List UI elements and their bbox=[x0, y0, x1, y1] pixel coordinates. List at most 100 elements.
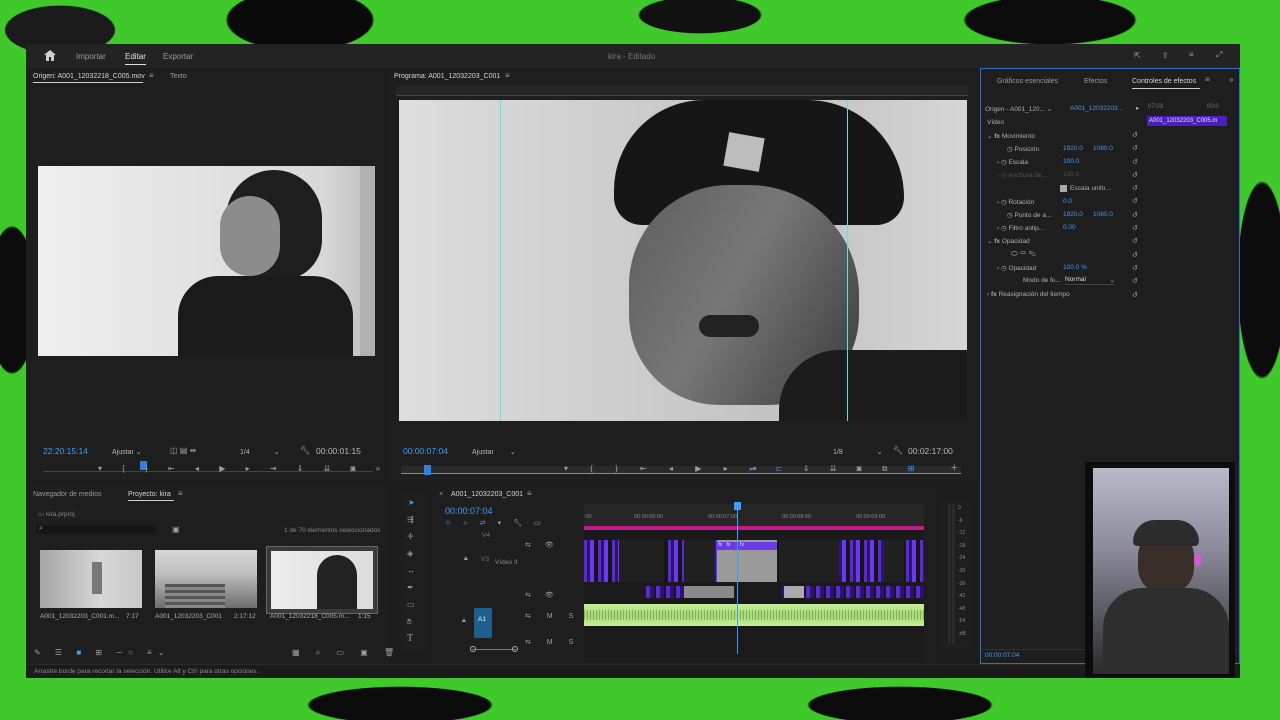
tab-essential-graphics[interactable]: Gráficos esenciales bbox=[997, 78, 1058, 85]
fx-rotation-value[interactable]: 0.0 bbox=[1063, 198, 1072, 205]
timeline-close-icon[interactable]: × bbox=[439, 491, 443, 498]
program-panel-menu-icon[interactable]: ≡ bbox=[505, 71, 510, 81]
timeline-clip-grey[interactable] bbox=[684, 586, 734, 598]
fx-mask-tools[interactable]: ⬭ ▭ ✎ bbox=[1011, 249, 1036, 259]
timeline-clip-fx[interactable]: fx fx fx bbox=[717, 542, 777, 550]
timeline-panel-menu-icon[interactable]: ≡ bbox=[527, 489, 532, 499]
fx-bottom-timecode[interactable]: 00:00:07:04 bbox=[985, 652, 1019, 659]
workspace-menu-icon[interactable]: ≡ bbox=[1189, 50, 1194, 60]
fx-rotation-row[interactable]: › ◷ Rotación bbox=[997, 198, 1034, 206]
timeline-playhead-handle[interactable] bbox=[734, 502, 741, 510]
expand-panels-icon[interactable]: » bbox=[1229, 75, 1233, 85]
tab-effects[interactable]: Efectos bbox=[1084, 78, 1107, 85]
track-v4-controls[interactable]: ⇆ 👁︎ bbox=[525, 541, 560, 551]
project-item-duration: 2:17:12 bbox=[234, 613, 256, 620]
timeline-zoom-handle-right[interactable] bbox=[512, 646, 518, 652]
program-timecode[interactable]: 00:00:07:04 bbox=[403, 446, 448, 456]
fx-position-row[interactable]: ◷ Posición bbox=[1007, 145, 1039, 153]
meter-bar bbox=[948, 504, 951, 644]
fx-opacity-group[interactable]: ⌄ fx Opacidad bbox=[987, 237, 1030, 245]
slip-tool-icon[interactable]: ↔ bbox=[407, 566, 415, 576]
program-wrench-icon[interactable]: 🔧︎ bbox=[893, 446, 903, 456]
fx-antiflicker-row[interactable]: › ◷ Filtro antip... bbox=[997, 224, 1044, 232]
tab-sequence[interactable]: A001_12032203_C001 bbox=[451, 491, 523, 498]
fx-blend-select[interactable]: Normal ⌄ bbox=[1065, 276, 1115, 285]
program-resolution-select[interactable]: 1/8 ⌄ bbox=[833, 448, 883, 456]
project-search-input[interactable]: ⌕ bbox=[36, 525, 156, 534]
ripple-edit-icon[interactable]: ✛ bbox=[407, 532, 414, 542]
track-a1-lock-icon[interactable]: 🔒︎ bbox=[462, 616, 466, 626]
track-lock-icon[interactable]: 🔒︎ bbox=[464, 554, 468, 564]
track-a1-target[interactable]: A1 bbox=[474, 608, 492, 638]
fx-time-remap-row[interactable]: › fx Reasignación del tiempo bbox=[987, 291, 1070, 298]
timeline-playhead[interactable] bbox=[737, 504, 738, 654]
source-panel-menu-icon[interactable]: ≡ bbox=[149, 71, 154, 81]
fx-anchor-x[interactable]: 1920.0 bbox=[1063, 211, 1083, 218]
razor-tool-icon[interactable]: ◈ bbox=[407, 549, 413, 559]
project-item-thumbnail-selected[interactable] bbox=[266, 546, 378, 614]
tab-importar[interactable]: Importar bbox=[76, 52, 106, 61]
timeline-tools[interactable]: ⊹ ∩ ⇄ ▾ 🔧︎ ▭ bbox=[445, 519, 546, 529]
fx-anchor-row[interactable]: ◷ Punto de a... bbox=[1007, 211, 1051, 219]
source-timecode[interactable]: 22:20:15:14 bbox=[43, 446, 88, 456]
timeline-clip-grey[interactable] bbox=[784, 586, 804, 598]
program-playhead[interactable] bbox=[424, 465, 431, 475]
add-button-icon[interactable]: + bbox=[951, 463, 957, 474]
share-icon[interactable]: ⇪ bbox=[1162, 51, 1169, 61]
fx-uniform-scale[interactable]: Escala unifo... bbox=[1060, 185, 1111, 192]
quick-export-icon[interactable]: ⇱ bbox=[1134, 51, 1141, 61]
selection-tool-icon[interactable]: ➤ bbox=[408, 498, 415, 508]
tab-effect-controls[interactable]: Controles de efectos bbox=[1132, 78, 1196, 85]
tab-exportar[interactable]: Exportar bbox=[163, 52, 193, 61]
fx-scale-value[interactable]: 100.0 bbox=[1063, 158, 1079, 165]
timeline-tracks-area[interactable]: fx fx fx bbox=[584, 502, 926, 658]
uniform-scale-checkbox[interactable] bbox=[1060, 185, 1067, 192]
fx-opacity-value[interactable]: 100.0 % bbox=[1063, 264, 1087, 271]
fx-scale-row[interactable]: › ◷ Escala bbox=[997, 158, 1028, 166]
timeline-timecode[interactable]: 00:00:07:04 bbox=[445, 506, 493, 516]
program-extra-controls[interactable]: ⇌ ⊏ ⇓ ⇊ ◙ ⧉ ⊞ bbox=[749, 464, 923, 474]
fullscreen-icon[interactable]: ⤢ bbox=[1216, 50, 1222, 60]
tab-program[interactable]: Programa: A001_12032203_C001 bbox=[394, 73, 500, 80]
source-settings-icon[interactable]: ◫ ▤ ⇹ bbox=[170, 446, 196, 456]
source-transport-controls[interactable]: ▾ { } ⇤ ◂ ▶ ▸ ⇥ ⇓ ⇊ ◙ » bbox=[98, 464, 389, 474]
fx-position-x[interactable]: 1920.0 bbox=[1063, 145, 1083, 152]
track-v3-controls[interactable]: ⇆ 👁︎ bbox=[525, 591, 560, 601]
pen-tool-icon[interactable]: ✒ bbox=[407, 583, 414, 593]
new-bin-icon[interactable]: ▣ bbox=[172, 525, 180, 535]
project-item-thumbnail[interactable] bbox=[40, 550, 142, 608]
fx-clip-bar[interactable]: A001_12032203_C005.m bbox=[1147, 116, 1227, 126]
tab-media-browser[interactable]: Navegador de medios bbox=[33, 491, 102, 498]
fx-clip-select[interactable]: A001_12032203... bbox=[1070, 105, 1123, 112]
fx-opacity-row[interactable]: › ◷ Opacidad bbox=[997, 264, 1036, 272]
fx-position-y[interactable]: 1080.0 bbox=[1093, 145, 1113, 152]
fx-movement-row[interactable]: ⌄ fx Movimiento bbox=[987, 132, 1035, 140]
project-bottom-toolbar-right[interactable]: ▦ ⌕ ▭ ▣ 🗑︎ bbox=[292, 648, 401, 658]
timeline-zoom-handle-left[interactable] bbox=[470, 646, 476, 652]
window-title: kira - Editado bbox=[608, 52, 655, 61]
type-tool-icon[interactable]: T bbox=[407, 634, 413, 644]
source-fit-select[interactable]: Ajustar ⌄ bbox=[112, 448, 142, 456]
fx-play-icon[interactable]: ▸ bbox=[1136, 104, 1139, 112]
tab-text[interactable]: Texto bbox=[170, 73, 187, 80]
program-transport-controls[interactable]: ▾ { } ⇤ ◂ ▶ ▸ ⇥ bbox=[564, 464, 767, 474]
project-panel-menu-icon[interactable]: ≡ bbox=[178, 489, 183, 499]
track-select-icon[interactable]: ⇶ bbox=[407, 515, 414, 525]
fx-anchor-y[interactable]: 1080.0 bbox=[1093, 211, 1113, 218]
tab-project[interactable]: Proyecto: kira bbox=[128, 491, 171, 498]
source-wrench-icon[interactable]: 🔧︎ bbox=[300, 446, 310, 456]
home-icon[interactable] bbox=[44, 50, 56, 61]
tab-editar[interactable]: Editar bbox=[125, 52, 146, 61]
effects-panel-menu-icon[interactable]: ≡ bbox=[1205, 75, 1210, 85]
program-fit-select[interactable]: Ajustar ⌄ bbox=[472, 448, 516, 456]
project-item-thumbnail[interactable] bbox=[155, 550, 257, 608]
hand-tool-icon[interactable]: ✋︎ bbox=[407, 617, 412, 627]
fx-reset-icons[interactable]: ↺ ↺ ↺ ↺ ↺ ↺ ↺ ↺ ↺ ↺ ↺ ↺ ↺ bbox=[1132, 129, 1142, 302]
fx-antiflicker-value[interactable]: 0.00 bbox=[1063, 224, 1076, 231]
project-bottom-toolbar[interactable]: ✎ ☰ ■ ⊞ ─○ ≡⌄ bbox=[34, 648, 170, 658]
tab-source[interactable]: Origen: A001_12032218_C005.mov bbox=[33, 73, 145, 80]
rectangle-tool-icon[interactable]: ▭ bbox=[407, 600, 415, 610]
fx-source-select[interactable]: Origen - A001_120... ⌄ bbox=[985, 105, 1052, 113]
source-resolution-select[interactable]: 1/4 ⌄ bbox=[240, 448, 280, 456]
timeline-zoom-bar[interactable] bbox=[472, 649, 516, 650]
